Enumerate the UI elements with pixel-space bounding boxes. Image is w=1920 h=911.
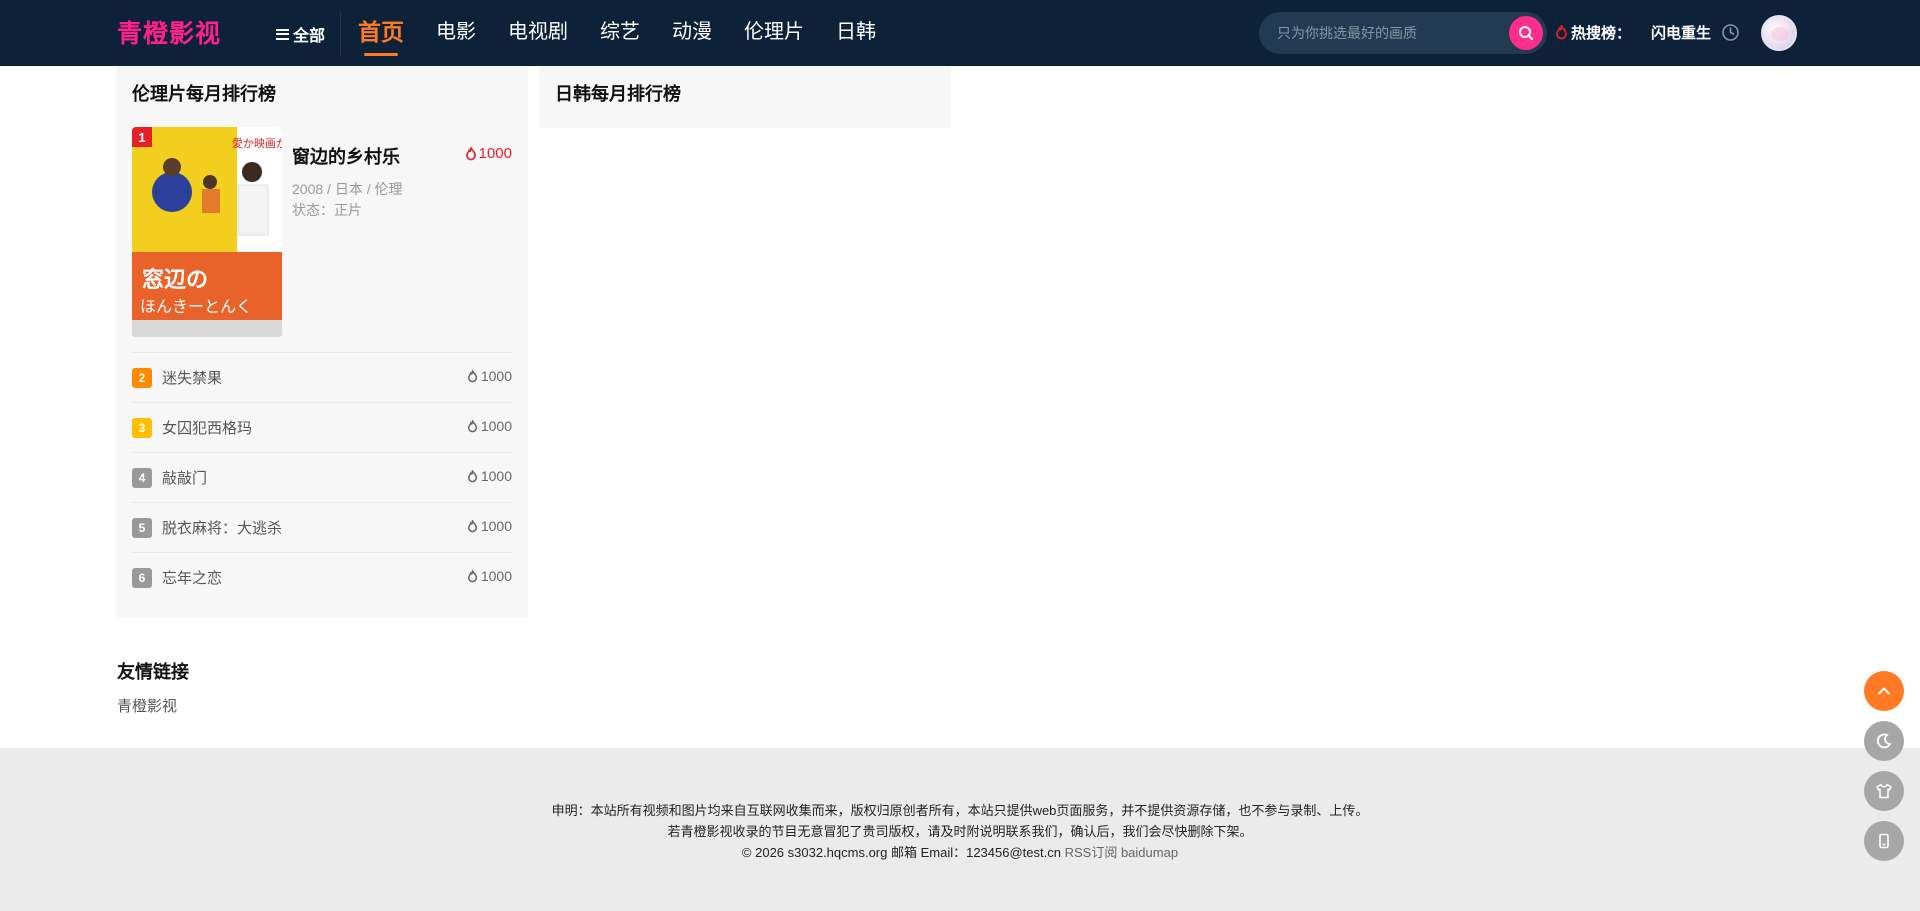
search-icon <box>1519 26 1533 40</box>
hot-search-item[interactable]: 闪电重生 <box>1651 22 1711 43</box>
search-input[interactable] <box>1277 12 1497 54</box>
list-item[interactable]: 6 忘年之恋 1000 <box>132 552 512 602</box>
japan-korea-ranking-panel: 日韩每月排行榜 <box>539 66 951 128</box>
heat-value: 1000 <box>480 568 512 584</box>
search-box <box>1259 12 1547 54</box>
nav-home[interactable]: 首页 <box>358 0 404 66</box>
nav-tv-series[interactable]: 电视剧 <box>508 0 568 66</box>
top-item-info: 2008 / 日本 / 伦理 <box>292 181 403 197</box>
back-to-top-button[interactable] <box>1864 671 1904 711</box>
poster-text: 愛か映画か。 <box>232 137 282 150</box>
rss-link[interactable]: RSS订阅 <box>1065 845 1118 860</box>
hot-search-label: 热搜榜： <box>1571 25 1632 42</box>
footer: 申明：本站所有视频和图片均来自互联网收集而来，版权归原创者所有，本站只提供web… <box>0 748 1920 911</box>
all-categories-label: 全部 <box>293 28 326 45</box>
header-divider <box>340 12 341 56</box>
fire-icon <box>465 146 476 160</box>
top-item-heat: 1000 <box>465 145 512 162</box>
friend-link[interactable]: 青橙影视 <box>117 695 177 716</box>
fire-icon <box>467 519 477 532</box>
rank-title[interactable]: 迷失禁果 <box>162 367 222 388</box>
svg-text:ほんきーとんく: ほんきーとんく <box>140 297 252 316</box>
footer-copyright: © 2026 s3032.hqcms.org 邮箱 Email：123456@t… <box>741 845 1061 860</box>
site-logo[interactable]: 青橙影视 <box>117 14 221 50</box>
fire-icon <box>467 469 477 482</box>
list-item[interactable]: 2 迷失禁果 1000 <box>132 352 512 402</box>
hot-search: 热搜榜： 闪电重生 <box>1555 22 1711 43</box>
rank-number: 3 <box>132 417 152 438</box>
ethics-ranking-panel: 伦理片每月排行榜 窓辺の ほんきーとんく 愛か映画か。 1 窗边的乡村乐 <box>116 66 528 618</box>
user-avatar[interactable] <box>1761 15 1797 51</box>
rank-heat: 1000 <box>467 368 512 384</box>
heat-value: 1000 <box>480 468 512 484</box>
footer-copyright-notice: 若青橙影视收录的节目无意冒犯了贵司版权，请及时附说明联系我们，确认后，我们会尽快… <box>667 824 1253 839</box>
rank-list: 2 迷失禁果 1000 3 女囚犯西格玛 1000 4 敲敲门 1000 5 脱… <box>132 352 512 602</box>
top-header: 青橙影视 全部 首页 电影 电视剧 综艺 动漫 伦理片 日韩 热搜榜： 闪电重生 <box>0 0 1920 66</box>
footer-info: © 2026 s3032.hqcms.org 邮箱 Email：123456@t… <box>0 842 1920 861</box>
chevron-up-icon <box>1878 687 1890 695</box>
fire-icon <box>467 369 477 382</box>
nav-variety[interactable]: 综艺 <box>600 0 640 66</box>
rank-heat: 1000 <box>467 418 512 434</box>
fire-icon <box>467 569 477 582</box>
main-nav: 首页 电影 电视剧 综艺 动漫 伦理片 日韩 <box>358 0 908 66</box>
heat-value: 1000 <box>480 368 512 384</box>
nav-movies[interactable]: 电影 <box>436 0 476 66</box>
rank-heat: 1000 <box>467 568 512 584</box>
heat-value: 1000 <box>478 145 512 162</box>
all-categories-button[interactable]: 全部 <box>276 22 325 46</box>
svg-text:窓辺の: 窓辺の <box>142 267 208 293</box>
poster-art: 窓辺の ほんきーとんく 愛か映画か。 <box>132 127 282 337</box>
movie-poster[interactable]: 窓辺の ほんきーとんく 愛か映画か。 1 <box>132 127 282 337</box>
rank-title[interactable]: 女囚犯西格玛 <box>162 417 252 438</box>
theme-button[interactable] <box>1864 771 1904 811</box>
footer-disclaimer: 申明：本站所有视频和图片均来自互联网收集而来，版权归原创者所有，本站只提供web… <box>551 803 1369 818</box>
heat-value: 1000 <box>480 518 512 534</box>
search-button[interactable] <box>1509 16 1543 50</box>
rank-number: 2 <box>132 367 152 388</box>
top-ranked-item[interactable]: 窓辺の ほんきーとんく 愛か映画か。 1 窗边的乡村乐 1000 2008 / … <box>132 127 512 337</box>
rank-number: 4 <box>132 467 152 488</box>
panel-title: 伦理片每月排行榜 <box>132 84 276 104</box>
menu-icon <box>276 28 289 40</box>
mobile-view-button[interactable] <box>1864 821 1904 861</box>
phone-icon <box>1879 833 1889 849</box>
rank-number: 5 <box>132 517 152 538</box>
fire-icon <box>1556 25 1567 40</box>
heat-value: 1000 <box>480 418 512 434</box>
clock-icon <box>1722 24 1739 41</box>
panel-title: 日韩每月排行榜 <box>555 84 681 104</box>
rank-title[interactable]: 忘年之恋 <box>162 567 222 588</box>
moon-icon <box>1876 733 1892 749</box>
fire-icon <box>467 419 477 432</box>
nav-anime[interactable]: 动漫 <box>672 0 712 66</box>
rank-heat: 1000 <box>467 468 512 484</box>
nav-ethics[interactable]: 伦理片 <box>744 0 804 66</box>
list-item[interactable]: 4 敲敲门 1000 <box>132 452 512 502</box>
nav-japan-korea[interactable]: 日韩 <box>836 0 876 66</box>
top-item-title[interactable]: 窗边的乡村乐 <box>292 143 400 169</box>
rank-heat: 1000 <box>467 518 512 534</box>
shirt-icon <box>1876 783 1892 799</box>
rank-title[interactable]: 敲敲门 <box>162 467 207 488</box>
rank-number: 6 <box>132 567 152 588</box>
rank-badge: 1 <box>132 127 152 147</box>
list-item[interactable]: 5 脱衣麻将：大逃杀 1000 <box>132 502 512 552</box>
history-button[interactable] <box>1721 23 1740 47</box>
sitemap-link[interactable]: baidumap <box>1121 845 1178 860</box>
top-item-status: 状态：正片 <box>292 202 362 218</box>
friend-links-title: 友情链接 <box>117 662 189 682</box>
rank-title[interactable]: 脱衣麻将：大逃杀 <box>162 517 282 538</box>
list-item[interactable]: 3 女囚犯西格玛 1000 <box>132 402 512 452</box>
dark-mode-button[interactable] <box>1864 721 1904 761</box>
top-item-meta: 2008 / 日本 / 伦理 状态：正片 <box>292 179 402 221</box>
